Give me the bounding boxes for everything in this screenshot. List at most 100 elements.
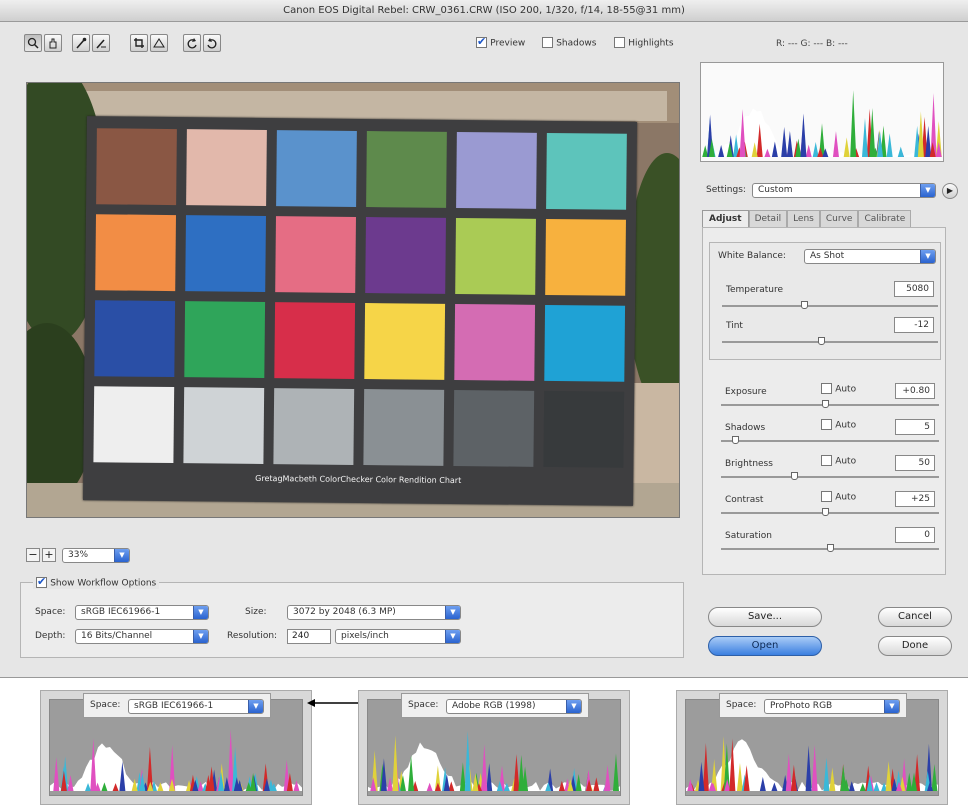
show-workflow-toggle[interactable]: Show Workflow Options bbox=[33, 575, 160, 589]
histogram-spike bbox=[790, 764, 797, 791]
contrast-input[interactable]: +25 bbox=[895, 491, 935, 507]
resolution-label: Resolution: bbox=[227, 631, 278, 641]
color-swatch bbox=[456, 132, 537, 209]
white-balance-select[interactable]: As Shot ▼ bbox=[804, 249, 936, 264]
settings-value: Custom bbox=[758, 185, 793, 195]
exposure-auto-checkbox[interactable] bbox=[821, 383, 832, 394]
depth-select[interactable]: 16 Bits/Channel ▼ bbox=[75, 629, 209, 644]
histogram-spike bbox=[843, 137, 850, 157]
highlights-label: Highlights bbox=[628, 38, 674, 49]
color-swatch bbox=[543, 390, 625, 468]
temperature-input[interactable]: 5080 bbox=[894, 281, 934, 297]
settings-select[interactable]: Custom ▼ bbox=[752, 183, 936, 198]
histogram-spike bbox=[392, 735, 399, 791]
shadows-checkbox[interactable] bbox=[542, 37, 553, 48]
space-select[interactable]: ProPhoto RGB ▼ bbox=[764, 699, 900, 714]
space-select[interactable]: sRGB IEC61966-1 ▼ bbox=[75, 605, 209, 620]
brightness-auto-toggle[interactable]: Auto bbox=[821, 455, 856, 467]
shadows-auto-label: Auto bbox=[835, 420, 857, 431]
rotate-right-button[interactable] bbox=[203, 34, 221, 52]
color-swatch bbox=[366, 131, 447, 208]
highlights-toggle[interactable]: Highlights bbox=[614, 37, 674, 49]
shadows-slider-knob[interactable] bbox=[732, 436, 739, 444]
shadows-auto-checkbox[interactable] bbox=[821, 419, 832, 430]
plus-icon: + bbox=[44, 548, 54, 561]
exposure-auto-toggle[interactable]: Auto bbox=[821, 383, 856, 395]
shadows-input[interactable]: 5 bbox=[895, 419, 935, 435]
preview-label: Preview bbox=[490, 38, 526, 49]
minus-icon: − bbox=[28, 548, 38, 561]
settings-label: Settings: bbox=[706, 185, 746, 195]
contrast-slider[interactable] bbox=[721, 508, 939, 516]
eyedropper-icon bbox=[76, 37, 87, 49]
space-value: Adobe RGB (1998) bbox=[452, 701, 536, 711]
histogram bbox=[700, 62, 944, 162]
show-workflow-checkbox[interactable] bbox=[36, 575, 47, 588]
space-label: Space: bbox=[408, 700, 439, 710]
camera-raw-window: Canon EOS Digital Rebel: CRW_0361.CRW (I… bbox=[0, 0, 968, 678]
hand-tool-button[interactable] bbox=[44, 34, 62, 52]
chevron-down-icon: ▼ bbox=[920, 184, 935, 197]
shadows-toggle[interactable]: Shadows bbox=[542, 37, 596, 49]
rotate-left-button[interactable] bbox=[183, 34, 201, 52]
resolution-unit-select[interactable]: pixels/inch ▼ bbox=[335, 629, 461, 644]
histogram-spike bbox=[513, 754, 520, 791]
histogram-spike bbox=[811, 744, 818, 791]
done-button[interactable]: Done bbox=[878, 636, 952, 656]
open-button[interactable]: Open bbox=[708, 636, 822, 656]
save-button[interactable]: Save... bbox=[708, 607, 822, 627]
histogram-spike bbox=[785, 753, 792, 791]
zoom-tool-button[interactable] bbox=[24, 34, 42, 52]
tab-detail[interactable]: Detail bbox=[748, 210, 788, 228]
space-select[interactable]: Adobe RGB (1998) ▼ bbox=[446, 699, 582, 714]
tint-slider[interactable] bbox=[722, 337, 938, 345]
histogram-spike bbox=[805, 745, 812, 791]
tab-lens[interactable]: Lens bbox=[787, 210, 820, 228]
chevron-down-icon: ▼ bbox=[884, 700, 899, 713]
shadows-auto-toggle[interactable]: Auto bbox=[821, 419, 856, 431]
temperature-slider-knob[interactable] bbox=[801, 301, 808, 309]
size-select[interactable]: 3072 by 2048 (6.3 MP) ▼ bbox=[287, 605, 461, 620]
crop-tool-button[interactable] bbox=[130, 34, 148, 52]
saturation-input[interactable]: 0 bbox=[895, 527, 935, 543]
zoom-out-button[interactable]: − bbox=[26, 548, 40, 562]
cancel-button[interactable]: Cancel bbox=[878, 607, 952, 627]
preview-checkbox[interactable] bbox=[476, 35, 487, 48]
tint-slider-knob[interactable] bbox=[818, 337, 825, 345]
exposure-input[interactable]: +0.80 bbox=[895, 383, 935, 399]
white-balance-tool-button[interactable] bbox=[72, 34, 90, 52]
contrast-auto-label: Auto bbox=[835, 492, 857, 503]
shadows-slider[interactable] bbox=[721, 436, 939, 444]
contrast-slider-knob[interactable] bbox=[822, 508, 829, 516]
chevron-down-icon: ▼ bbox=[193, 606, 208, 619]
exposure-slider[interactable] bbox=[721, 400, 939, 408]
highlights-checkbox[interactable] bbox=[614, 37, 625, 48]
straighten-tool-button[interactable] bbox=[150, 34, 168, 52]
chart-caption: GretagMacbeth ColorChecker Color Renditi… bbox=[255, 473, 462, 486]
preview-toggle[interactable]: Preview bbox=[476, 35, 526, 49]
brightness-slider-knob[interactable] bbox=[791, 472, 798, 480]
zoom-in-button[interactable]: + bbox=[42, 548, 56, 562]
contrast-auto-toggle[interactable]: Auto bbox=[821, 491, 856, 503]
contrast-auto-checkbox[interactable] bbox=[821, 491, 832, 502]
brightness-slider[interactable] bbox=[721, 472, 939, 480]
saturation-slider[interactable] bbox=[721, 544, 939, 552]
saturation-slider-knob[interactable] bbox=[827, 544, 834, 552]
brightness-input[interactable]: 50 bbox=[895, 455, 935, 471]
color-sampler-tool-button[interactable] bbox=[92, 34, 110, 52]
settings-menu-button[interactable]: ▶ bbox=[942, 183, 958, 199]
temperature-slider[interactable] bbox=[722, 301, 938, 309]
zoom-level-select[interactable]: 33% ▼ bbox=[62, 548, 130, 563]
image-preview[interactable]: GretagMacbeth ColorChecker Color Renditi… bbox=[26, 82, 680, 518]
color-swatch bbox=[546, 132, 627, 210]
tab-adjust[interactable]: Adjust bbox=[702, 210, 749, 228]
brightness-auto-checkbox[interactable] bbox=[821, 455, 832, 466]
tint-input[interactable]: -12 bbox=[894, 317, 934, 333]
tab-calibrate[interactable]: Calibrate bbox=[858, 210, 912, 228]
resolution-input[interactable]: 240 bbox=[287, 629, 331, 644]
space-select[interactable]: sRGB IEC61966-1 ▼ bbox=[128, 699, 264, 714]
exposure-slider-knob[interactable] bbox=[822, 400, 829, 408]
tab-curve[interactable]: Curve bbox=[819, 210, 859, 228]
space-selector-box: Space: sRGB IEC61966-1 ▼ bbox=[83, 693, 271, 718]
color-swatch bbox=[96, 128, 177, 206]
